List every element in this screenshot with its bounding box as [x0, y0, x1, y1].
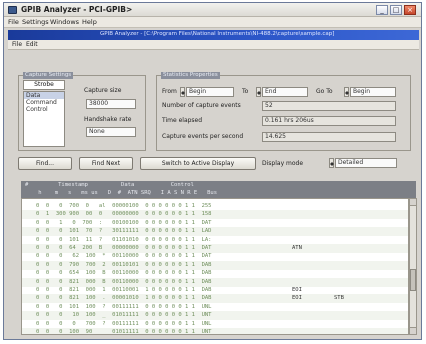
from-spinner-icon[interactable]	[180, 87, 185, 97]
window-title: GPIB Analyzer - PCI-GPIB>	[21, 5, 133, 14]
scroll-thumb[interactable]	[410, 269, 416, 291]
find-button[interactable]: Find...	[18, 157, 72, 170]
grid-header-line1: # Timestamp Data Control	[25, 182, 194, 188]
scroll-up-icon[interactable]	[410, 199, 416, 206]
document-menu-bar: File Edit	[8, 40, 419, 50]
from-field[interactable]: Begin	[186, 87, 234, 97]
title-bar[interactable]: GPIB Analyzer - PCI-GPIB> _ □ ×	[4, 3, 421, 17]
events-per-second-label: Capture events per second	[162, 133, 244, 140]
capture-size-field[interactable]: 38000	[86, 99, 136, 109]
menu-bar: File Settings Windows Help	[4, 17, 421, 28]
table-row[interactable]: 0 0 0 100 90 _ 01011111 0 0 0 0 0 0 1 1 …	[22, 328, 408, 335]
capture-events-label: Number of capture events	[162, 102, 241, 109]
menu-windows[interactable]: Windows	[50, 18, 79, 26]
vertical-scrollbar[interactable]	[409, 198, 417, 335]
document-title: GPIB Analyzer - [C:\Program Files\Nation…	[100, 31, 335, 37]
menu-doc-file[interactable]: File	[12, 41, 22, 48]
time-elapsed-field: 0.161 hrs 206us	[262, 116, 396, 126]
goto-label: Go To	[316, 88, 333, 95]
capture-type-list[interactable]: Data Command Control	[23, 91, 65, 147]
close-button[interactable]: ×	[404, 5, 416, 15]
strobe-tab[interactable]: Strobe	[23, 80, 65, 90]
to-label: To	[242, 88, 249, 95]
scroll-down-icon[interactable]	[410, 327, 416, 334]
to-spinner-icon[interactable]	[256, 87, 261, 97]
grid-header: # Timestamp Data Control h m s ms us D #…	[21, 181, 416, 198]
main-window: GPIB Analyzer - PCI-GPIB> _ □ × File Set…	[3, 2, 422, 340]
list-item-control[interactable]: Control	[24, 106, 64, 113]
menu-doc-edit[interactable]: Edit	[26, 41, 38, 48]
goto-field[interactable]: Begin	[350, 87, 396, 97]
capture-grid[interactable]: 0 0 0 700 0 al 00000100 0 0 0 0 0 0 1 1 …	[21, 198, 409, 335]
grid-header-line2: h m s ms us D # ATN SRQ I A S N R E Bus	[25, 190, 218, 196]
time-elapsed-label: Time elapsed	[162, 117, 203, 124]
to-field[interactable]: End	[262, 87, 308, 97]
events-per-second-field: 14.625	[262, 132, 396, 142]
statistics-label: Statistics Properties	[161, 72, 220, 79]
capture-size-label: Capture size	[84, 87, 122, 94]
menu-settings[interactable]: Settings	[22, 18, 49, 26]
goto-spinner-icon[interactable]	[344, 87, 349, 97]
capture-events-field: 52	[262, 101, 396, 111]
app-icon	[8, 6, 17, 14]
find-next-button[interactable]: Find Next	[79, 157, 133, 170]
list-item-command[interactable]: Command	[24, 99, 64, 106]
display-mode-spinner-icon[interactable]	[329, 158, 334, 168]
capture-settings-label: Capture Settings	[23, 72, 74, 79]
menu-file[interactable]: File	[8, 18, 19, 26]
menu-help[interactable]: Help	[82, 18, 97, 26]
list-item-data[interactable]: Data	[24, 92, 64, 99]
document-title-bar[interactable]: GPIB Analyzer - [C:\Program Files\Nation…	[8, 30, 419, 40]
maximize-button[interactable]: □	[390, 5, 402, 15]
display-mode-field[interactable]: Detailed	[335, 158, 397, 168]
row-data: 0 0 0 100 90 _ 01011111 0 0 0 0 0 0 1 1 …	[36, 329, 212, 335]
from-label: From	[162, 88, 177, 95]
switch-display-button[interactable]: Switch to Active Display	[140, 157, 256, 170]
handshake-rate-label: Handshake rate	[84, 116, 132, 123]
display-mode-label: Display mode	[262, 160, 304, 167]
handshake-rate-field[interactable]: None	[86, 127, 136, 137]
minimize-button[interactable]: _	[376, 5, 388, 15]
